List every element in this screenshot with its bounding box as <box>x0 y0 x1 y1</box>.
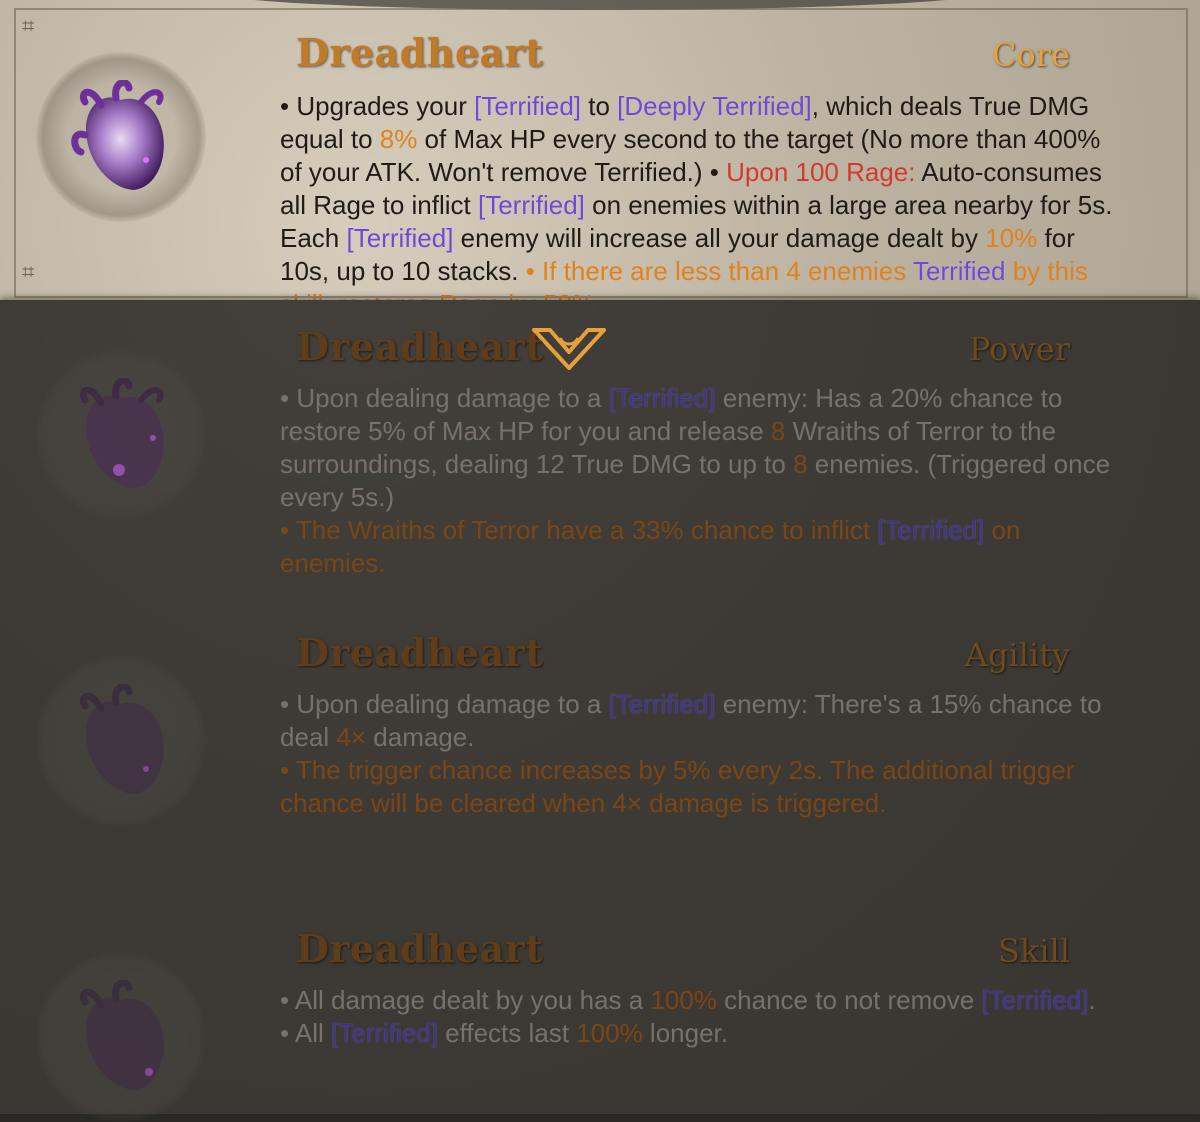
description-text: • Upon dealing damage to a <box>280 383 609 413</box>
status-keyword: [Terrified] <box>477 190 585 220</box>
status-keyword: [Terrified] <box>346 223 454 253</box>
status-keyword: [Terrified] <box>331 1018 438 1048</box>
skill-card-skill[interactable]: Dreadheart Skill • All damage dealt by y… <box>0 912 1200 1122</box>
skill-card-agility[interactable]: Dreadheart Agility • Upon dealing damage… <box>0 616 1200 916</box>
card-category: Power <box>968 330 1070 368</box>
status-keyword: [Terrified] <box>474 91 582 121</box>
card-category: Agility <box>964 636 1070 674</box>
card-description: • All damage dealt by you has a 100% cha… <box>280 984 1120 1050</box>
card-title: Dreadheart <box>296 30 544 75</box>
description-text: . <box>1088 985 1096 1015</box>
description-text: chance to not remove <box>716 985 982 1015</box>
skill-card-power[interactable]: Dreadheart Power • Upon dealing damage t… <box>0 310 1200 610</box>
highlight-text: 8 <box>770 416 786 446</box>
description-text: longer. <box>642 1018 728 1048</box>
status-keyword: [Deeply Terrified] <box>617 91 812 121</box>
description-text: • All damage dealt by you has a <box>280 985 651 1015</box>
card-description: • Upgrades your [Terrified] to [Deeply T… <box>280 90 1120 300</box>
status-keyword: [Terrified] <box>877 515 985 545</box>
description-text: • Upgrades your <box>280 91 475 121</box>
card-category: Skill <box>997 932 1070 970</box>
highlight-text: • If there are less than 4 enemies <box>525 256 913 286</box>
status-keyword: [Terrified] <box>608 689 716 719</box>
highlight-text: 8 <box>793 449 808 479</box>
highlight-text: Upon 100 Rage: <box>726 157 916 187</box>
status-keyword: [Terrified] <box>608 383 716 413</box>
card-title: Dreadheart <box>296 324 544 369</box>
card-title: Dreadheart <box>296 926 544 971</box>
status-keyword: [Terrified] <box>981 985 1089 1015</box>
highlight-text: 100% <box>650 985 717 1015</box>
dreadheart-icon <box>36 952 206 1122</box>
description-text: enemy will increase all your damage deal… <box>453 223 986 253</box>
description-text: • All <box>280 1018 332 1048</box>
dreadheart-icon <box>36 52 206 222</box>
highlight-text: 4× <box>336 722 367 752</box>
highlight-text: 10% <box>985 223 1038 253</box>
highlight-text: 8% <box>379 124 418 154</box>
description-text: to <box>581 91 618 121</box>
status-keyword: Terrified <box>913 256 1006 286</box>
card-title: Dreadheart <box>296 630 544 675</box>
skill-card-core[interactable]: Dreadheart Core • Upgrades your [Terrifi… <box>0 0 1200 300</box>
highlight-text: • The trigger chance increases by 5% eve… <box>280 755 1075 818</box>
description-text: • Upon dealing damage to a <box>280 689 609 719</box>
description-text: effects last <box>437 1018 577 1048</box>
dreadheart-icon <box>36 656 206 826</box>
dreadheart-icon <box>36 350 206 520</box>
card-category: Core <box>992 36 1070 74</box>
highlight-text: 100% <box>576 1018 643 1048</box>
card-description: • Upon dealing damage to a [Terrified] e… <box>280 688 1120 820</box>
description-text: damage. <box>366 722 475 752</box>
card-description: • Upon dealing damage to a [Terrified] e… <box>280 382 1120 580</box>
highlight-text: • The Wraiths of Terror have a 33% chanc… <box>280 515 878 545</box>
